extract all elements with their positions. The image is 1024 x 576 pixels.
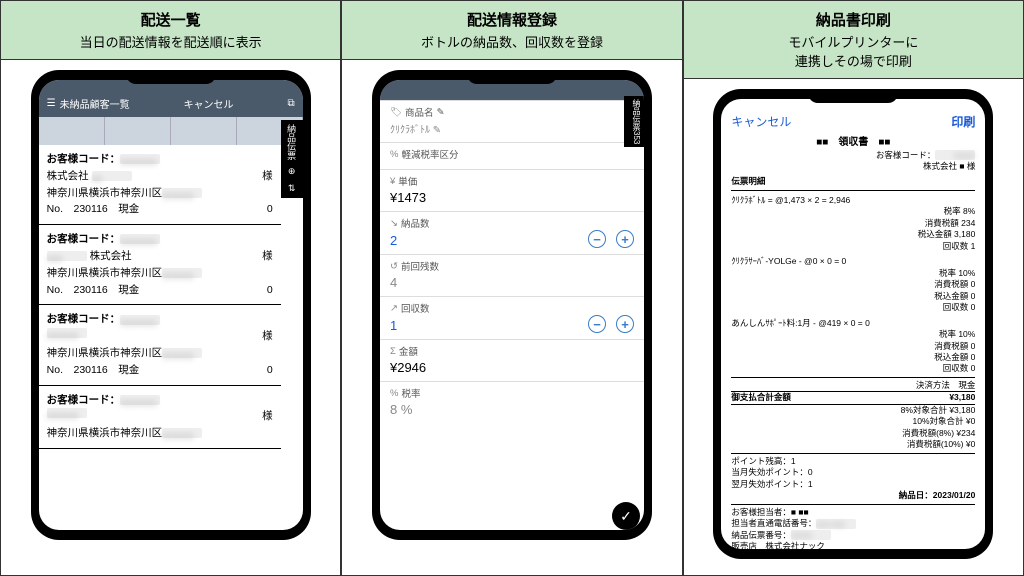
header-2-title: 配送情報登録 (346, 9, 677, 30)
box-in-icon: ↘ (390, 218, 398, 229)
customer-row[interactable]: お客様コード：xxxxxxx xxx 株式会社様 神奈川県横浜市神奈川区xxxx… (39, 225, 281, 305)
box-out-icon: ↗ (390, 303, 398, 314)
field-prev-remain: ↺前回残数 4 (380, 254, 644, 296)
column-receipt-print: 納品書印刷 モバイルプリンターに 連携しその場で印刷 キャンセル 印刷 ■■ 領… (683, 0, 1024, 576)
receipt-line: あんしんｻﾎﾟｰﾄ料:1月 - @419 × 0 = 0 税率 10% 消費税額… (731, 318, 975, 375)
s2-sidebar[interactable]: 納品伝票353 (624, 96, 644, 147)
yen-icon: ¥ (390, 176, 395, 187)
phone-frame-3: キャンセル 印刷 ■■ 領収書 ■■ お客様コード：xxxxx 株式会社 ■ 様… (713, 89, 993, 559)
minus-button[interactable]: − (588, 230, 606, 248)
percent-icon: % (390, 388, 398, 399)
s3-header: キャンセル 印刷 (721, 99, 985, 134)
header-2-subtitle: ボトルの納品数、回収数を登録 (346, 32, 677, 51)
customer-row[interactable]: お客様コード：xxxxxxx xxxxxx様 神奈川県横浜市神奈川区xxxxxx (39, 386, 281, 449)
s1-header: ☰ 未納品顧客一覧 キャンセル ⧉ (39, 80, 303, 117)
s2-form: 🏷商品名 ✎ ｸﾘｸﾗﾎﾞﾄﾙ ✎ %軽減税率区分 ¥単価 ¥1473 (380, 100, 644, 530)
cancel-button[interactable]: キャンセル (731, 113, 791, 130)
device-zone-3: キャンセル 印刷 ■■ 領収書 ■■ お客様コード：xxxxx 株式会社 ■ 様… (684, 79, 1023, 575)
notch (467, 70, 557, 84)
list-icon: ☰ (47, 98, 56, 109)
screen-2: 納品伝票353 🏷商品名 ✎ ｸﾘｸﾗﾎﾞﾄﾙ ✎ %軽減税率区分 ¥単価 (380, 80, 644, 530)
phone-frame-1: ☰ 未納品顧客一覧 キャンセル ⧉ 納品伝票 ⊕ ⇅ お客様コ (31, 70, 311, 540)
device-zone-1: ☰ 未納品顧客一覧 キャンセル ⧉ 納品伝票 ⊕ ⇅ お客様コ (1, 60, 340, 575)
customer-list[interactable]: お客様コード：xxxxxxx 株式会社 xx様 神奈川県横浜市神奈川区xxxxx… (39, 145, 303, 530)
plus-button[interactable]: + (616, 315, 634, 333)
header-2: 配送情報登録 ボトルの納品数、回収数を登録 (342, 1, 681, 60)
s1-sidebar[interactable]: 納品伝票 ⊕ ⇅ (281, 120, 303, 198)
notch (126, 70, 216, 84)
header-3-subtitle: モバイルプリンターに 連携しその場で印刷 (688, 32, 1019, 70)
phone-frame-2: 納品伝票353 🏷商品名 ✎ ｸﾘｸﾗﾎﾞﾄﾙ ✎ %軽減税率区分 ¥単価 (372, 70, 652, 540)
header-1-subtitle: 当日の配送情報を配送順に表示 (5, 32, 336, 51)
receipt-title: ■■ 領収書 ■■ (731, 136, 975, 150)
column-delivery-list: 配送一覧 当日の配送情報を配送順に表示 ☰ 未納品顧客一覧 キャンセル ⧉ (0, 0, 341, 576)
receipt-line: ｸﾘｸﾗﾎﾞﾄﾙ = @1,473 × 2 = 2,946 税率 8% 消費税額… (731, 195, 975, 252)
edit-icon[interactable]: ✎ (437, 107, 445, 118)
field-tax-class[interactable]: %軽減税率区分 (380, 142, 644, 169)
s1-tabs[interactable] (39, 117, 303, 145)
s1-cancel[interactable]: キャンセル (184, 96, 234, 111)
field-tax-rate: %税率 8 % (380, 381, 644, 423)
field-product[interactable]: 🏷商品名 ✎ ｸﾘｸﾗﾎﾞﾄﾙ ✎ (380, 100, 644, 142)
customer-row[interactable]: お客様コード：xxxxxxx xxxxxx様 神奈川県横浜市神奈川区xxxxxx… (39, 305, 281, 385)
column-delivery-register: 配送情報登録 ボトルの納品数、回収数を登録 納品伝票353 🏷商品名 ✎ ｸﾘｸ… (341, 0, 682, 576)
s1-title: 未納品顧客一覧 (60, 96, 130, 111)
header-3: 納品書印刷 モバイルプリンターに 連携しその場で印刷 (684, 1, 1023, 79)
device-zone-2: 納品伝票353 🏷商品名 ✎ ｸﾘｸﾗﾎﾞﾄﾙ ✎ %軽減税率区分 ¥単価 (342, 60, 681, 575)
screen-1: ☰ 未納品顧客一覧 キャンセル ⧉ 納品伝票 ⊕ ⇅ お客様コ (39, 80, 303, 530)
confirm-button[interactable]: ✓ (612, 502, 640, 530)
receipt-body: ■■ 領収書 ■■ お客様コード：xxxxx 株式会社 ■ 様 伝票明細 ｸﾘｸ… (721, 134, 985, 549)
print-button[interactable]: 印刷 (951, 113, 975, 130)
copy-icon[interactable]: ⧉ (288, 98, 295, 109)
percent-icon: % (390, 149, 398, 160)
sort-icon[interactable]: ⇅ (288, 183, 296, 194)
header-3-title: 納品書印刷 (688, 9, 1019, 30)
header-1-title: 配送一覧 (5, 9, 336, 30)
field-unit-price[interactable]: ¥単価 ¥1473 (380, 169, 644, 211)
zoom-icon[interactable]: ⊕ (288, 166, 296, 177)
plus-button[interactable]: + (616, 230, 634, 248)
receipt-line: ｸﾘｸﾗｻｰﾊﾞ-YOLGe - @0 × 0 = 0 税率 10% 消費税額 … (731, 256, 975, 313)
header-1: 配送一覧 当日の配送情報を配送順に表示 (1, 1, 340, 60)
field-collect-qty[interactable]: ↗回収数 1 −+ (380, 296, 644, 339)
minus-button[interactable]: − (588, 315, 606, 333)
edit-icon[interactable]: ✎ (433, 125, 441, 136)
field-amount: Σ金額 ¥2946 (380, 339, 644, 381)
screen-3: キャンセル 印刷 ■■ 領収書 ■■ お客様コード：xxxxx 株式会社 ■ 様… (721, 99, 985, 549)
tag-icon: 🏷 (390, 107, 402, 118)
notch (808, 89, 898, 103)
field-deliver-qty[interactable]: ↘納品数 2 −+ (380, 211, 644, 254)
s1-side-label: 納品伝票 (285, 124, 298, 160)
history-icon: ↺ (390, 261, 398, 272)
customer-row[interactable]: お客様コード：xxxxxxx 株式会社 xx様 神奈川県横浜市神奈川区xxxxx… (39, 145, 281, 225)
sum-icon: Σ (390, 346, 396, 357)
